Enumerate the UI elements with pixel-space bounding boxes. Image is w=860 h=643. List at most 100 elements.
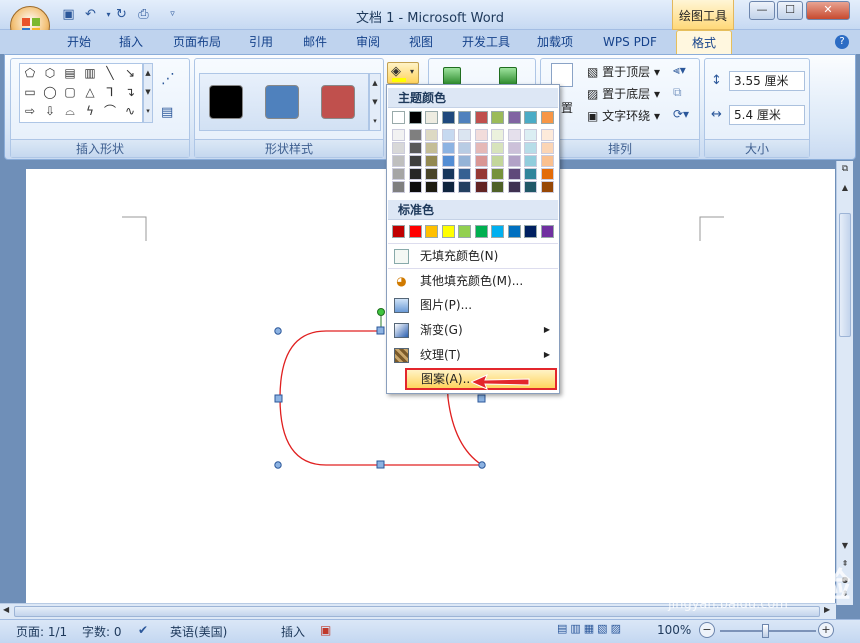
theme-color-shade-cell[interactable] xyxy=(408,155,422,167)
theme-color-shade-cell[interactable] xyxy=(491,129,504,141)
close-button[interactable]: ✕ xyxy=(806,1,850,20)
shape-triangle-icon[interactable]: △ xyxy=(82,86,98,99)
theme-color-cell[interactable] xyxy=(408,111,422,124)
standard-color-cell[interactable] xyxy=(491,225,504,238)
theme-color-cell[interactable] xyxy=(458,111,471,124)
text-box-icon[interactable]: ▤ xyxy=(161,105,173,120)
theme-color-shade-cell[interactable] xyxy=(458,129,471,141)
customize-qat-icon[interactable]: ▿ xyxy=(164,6,181,23)
menu-item-no-fill[interactable]: 无填充颜色(N) xyxy=(388,243,558,267)
theme-color-shade-cell[interactable] xyxy=(408,168,422,180)
shape-arc-icon[interactable]: ⌒ xyxy=(102,105,118,118)
style-gallery-scroll[interactable]: ▲ ▼ ▾ xyxy=(369,73,381,131)
theme-color-shade-cell[interactable] xyxy=(392,181,405,193)
theme-color-shade-cell[interactable] xyxy=(474,142,488,154)
theme-color-shade-cell[interactable] xyxy=(524,142,537,154)
shape-lightning-icon[interactable]: ϟ xyxy=(82,105,98,118)
standard-color-cell[interactable] xyxy=(474,225,488,238)
theme-color-shade-cell[interactable] xyxy=(392,129,405,141)
status-page[interactable]: 页面: 1/1 xyxy=(16,623,67,640)
theme-color-shade-cell[interactable] xyxy=(458,168,471,180)
theme-color-shade-cell[interactable] xyxy=(491,155,504,167)
theme-color-shade-cell[interactable] xyxy=(425,155,438,167)
shape-down-arrow-icon[interactable]: ⇩ xyxy=(42,105,58,118)
tab-developer[interactable]: 开发工具 xyxy=(456,30,516,54)
zoom-in-button[interactable]: + xyxy=(818,622,834,638)
tab-wps-pdf[interactable]: WPS PDF xyxy=(598,30,662,54)
shape-textbox-icon[interactable]: ▤ xyxy=(62,67,78,80)
theme-color-shade-cell[interactable] xyxy=(491,181,504,193)
shape-pentagon-icon[interactable]: ⬠ xyxy=(22,67,38,80)
group-objects-icon[interactable]: ⧉ xyxy=(673,85,682,100)
theme-color-shade-cell[interactable] xyxy=(441,142,455,154)
shape-line-icon[interactable]: ╲ xyxy=(102,67,118,80)
theme-color-cell[interactable] xyxy=(540,111,554,124)
menu-item-texture[interactable]: 纹理(T) ▶ xyxy=(388,343,558,367)
status-zoom-level[interactable]: 100% xyxy=(657,623,691,637)
theme-color-shade-cell[interactable] xyxy=(524,168,537,180)
shape-oval-icon[interactable]: ◯ xyxy=(42,86,58,99)
style-swatch-red[interactable] xyxy=(321,85,355,119)
shadow-effects-icon[interactable] xyxy=(443,67,461,85)
ruler-toggle-icon[interactable]: ⧉ xyxy=(838,164,852,178)
shape-curve-icon[interactable]: ∿ xyxy=(122,105,138,118)
menu-item-more-colors[interactable]: ◕ 其他填充颜色(M)... xyxy=(388,268,558,292)
zoom-slider-thumb[interactable] xyxy=(762,624,769,638)
shape-callout-icon[interactable]: ⌓ xyxy=(62,105,78,118)
shape-gallery[interactable]: ⬠ ⬡ ▤ ▥ ╲ ↘ ▭ ◯ ▢ △ ⅂ ↴ ⇨ ⇩ ⌓ ϟ ⌒ ∿ xyxy=(19,63,143,123)
menu-item-picture[interactable]: 图片(P)... xyxy=(388,293,558,317)
theme-color-cell[interactable] xyxy=(524,111,537,124)
standard-color-cell[interactable] xyxy=(392,225,405,238)
tab-addins[interactable]: 加载项 xyxy=(532,30,578,54)
rotation-handle[interactable] xyxy=(377,308,385,316)
tab-view[interactable]: 视图 xyxy=(404,30,438,54)
theme-color-shade-cell[interactable] xyxy=(491,168,504,180)
theme-color-shade-cell[interactable] xyxy=(540,142,554,154)
theme-color-shade-cell[interactable] xyxy=(507,181,521,193)
theme-color-shade-cell[interactable] xyxy=(540,168,554,180)
send-to-back-button[interactable]: ▨ 置于底层 ▾ xyxy=(587,85,660,102)
shape-right-arrow-icon[interactable]: ⇨ xyxy=(22,105,38,118)
theme-color-shade-cell[interactable] xyxy=(474,181,488,193)
theme-color-shade-cell[interactable] xyxy=(392,168,405,180)
shape-elbow-arrow-icon[interactable]: ↴ xyxy=(122,86,138,99)
standard-color-cell[interactable] xyxy=(524,225,537,238)
print-preview-icon[interactable]: ⎙ xyxy=(135,6,152,23)
vertical-scroll-thumb[interactable] xyxy=(839,213,851,337)
theme-color-cell[interactable] xyxy=(507,111,521,124)
bring-to-front-button[interactable]: ▧ 置于顶层 ▾ xyxy=(587,63,660,80)
shape-arrow-line-icon[interactable]: ↘ xyxy=(122,67,138,80)
standard-color-cell[interactable] xyxy=(540,225,554,238)
standard-color-cell[interactable] xyxy=(507,225,521,238)
menu-item-gradient[interactable]: 渐变(G) ▶ xyxy=(388,318,558,342)
theme-color-shade-cell[interactable] xyxy=(540,181,554,193)
shape-fill-button[interactable]: ◈ ▾ xyxy=(387,62,419,84)
standard-color-cell[interactable] xyxy=(458,225,471,238)
theme-color-shade-cell[interactable] xyxy=(408,129,422,141)
scroll-left-icon[interactable]: ◀ xyxy=(3,605,9,614)
resize-handle-bottom-right[interactable] xyxy=(478,461,486,469)
align-icon[interactable]: ⫷▾ xyxy=(673,63,686,78)
tab-format[interactable]: 格式 xyxy=(676,30,732,55)
theme-color-shade-cell[interactable] xyxy=(441,181,455,193)
theme-color-shade-cell[interactable] xyxy=(392,142,405,154)
3d-effects-icon[interactable] xyxy=(499,67,517,85)
shape-rectangle-icon[interactable]: ▭ xyxy=(22,86,38,99)
theme-color-shade-cell[interactable] xyxy=(425,181,438,193)
view-buttons[interactable]: ▤▥▦▧▨ xyxy=(557,622,647,640)
theme-color-shade-cell[interactable] xyxy=(408,142,422,154)
shape-hexagon-icon[interactable]: ⬡ xyxy=(42,67,58,80)
theme-color-shade-cell[interactable] xyxy=(474,129,488,141)
shape-rounded-rect-icon[interactable]: ▢ xyxy=(62,86,78,99)
theme-color-shade-cell[interactable] xyxy=(474,168,488,180)
theme-color-shade-cell[interactable] xyxy=(540,129,554,141)
theme-color-shade-cell[interactable] xyxy=(491,142,504,154)
theme-color-shade-cell[interactable] xyxy=(425,168,438,180)
undo-icon[interactable]: ↶ xyxy=(82,6,99,23)
theme-color-shade-cell[interactable] xyxy=(507,155,521,167)
shape-elbow-connector-icon[interactable]: ⅂ xyxy=(102,86,118,99)
standard-color-cell[interactable] xyxy=(425,225,438,238)
status-insert-mode[interactable]: 插入 xyxy=(281,623,305,640)
theme-color-shade-cell[interactable] xyxy=(524,129,537,141)
tab-references[interactable]: 引用 xyxy=(244,30,278,54)
